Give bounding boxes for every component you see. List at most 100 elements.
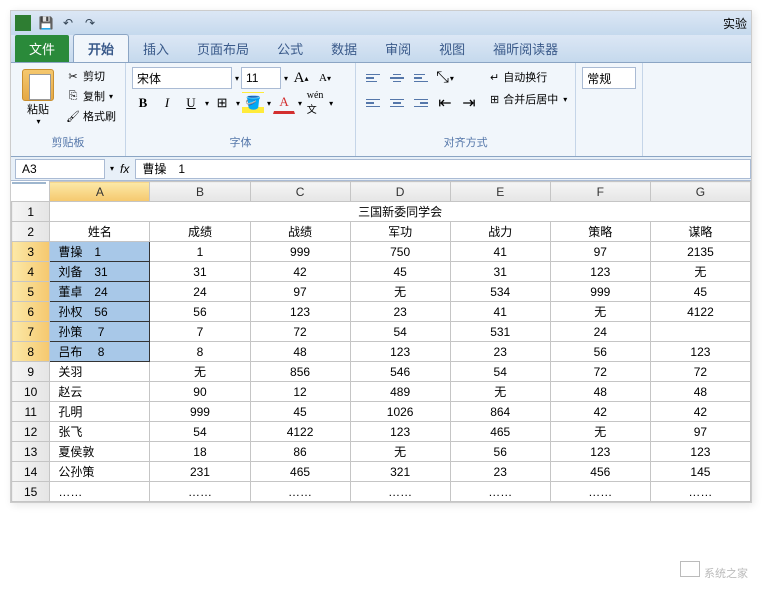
cell-4-G[interactable]: 无 bbox=[650, 262, 750, 282]
cell-8-C[interactable]: 48 bbox=[250, 342, 350, 362]
cell-15-D[interactable]: …… bbox=[350, 482, 450, 502]
cell-7-D[interactable]: 54 bbox=[350, 322, 450, 342]
shrink-font-button[interactable]: A▾ bbox=[314, 67, 336, 89]
cell-11-G[interactable]: 42 bbox=[650, 402, 750, 422]
align-middle-button[interactable] bbox=[386, 67, 408, 89]
cell-9-F[interactable]: 72 bbox=[550, 362, 650, 382]
cell-9-E[interactable]: 54 bbox=[450, 362, 550, 382]
cell-7-C[interactable]: 72 bbox=[250, 322, 350, 342]
cell-title-span[interactable]: 三国新委同学会 bbox=[350, 202, 450, 222]
cell-header-5[interactable]: 策略 bbox=[550, 222, 650, 242]
col-header-A[interactable]: A bbox=[50, 182, 150, 202]
cell-10-G[interactable]: 48 bbox=[650, 382, 750, 402]
cell-9-A[interactable]: 关羽 bbox=[50, 362, 150, 382]
fx-icon[interactable]: fx bbox=[114, 162, 135, 176]
cell-header-4[interactable]: 战力 bbox=[450, 222, 550, 242]
cell-3-A[interactable]: 曹操 1 bbox=[50, 242, 150, 262]
font-name-select[interactable] bbox=[132, 67, 232, 89]
cell-12-G[interactable]: 97 bbox=[650, 422, 750, 442]
cell-8-D[interactable]: 123 bbox=[350, 342, 450, 362]
row-header-12[interactable]: 12 bbox=[12, 422, 50, 442]
tab-foxit[interactable]: 福昕阅读器 bbox=[479, 35, 572, 62]
row-header-14[interactable]: 14 bbox=[12, 462, 50, 482]
cell-6-B[interactable]: 56 bbox=[150, 302, 250, 322]
cell-14-B[interactable]: 231 bbox=[150, 462, 250, 482]
cell-4-E[interactable]: 31 bbox=[450, 262, 550, 282]
cell-9-C[interactable]: 856 bbox=[250, 362, 350, 382]
cell-14-E[interactable]: 23 bbox=[450, 462, 550, 482]
cell-9-G[interactable]: 72 bbox=[650, 362, 750, 382]
cell-4-D[interactable]: 45 bbox=[350, 262, 450, 282]
cell-6-D[interactable]: 23 bbox=[350, 302, 450, 322]
cell-10-F[interactable]: 48 bbox=[550, 382, 650, 402]
cell-7-B[interactable]: 7 bbox=[150, 322, 250, 342]
cell-11-E[interactable]: 864 bbox=[450, 402, 550, 422]
row-header-10[interactable]: 10 bbox=[12, 382, 50, 402]
cell-13-C[interactable]: 86 bbox=[250, 442, 350, 462]
align-bottom-button[interactable] bbox=[410, 67, 432, 89]
col-header-C[interactable]: C bbox=[250, 182, 350, 202]
name-box[interactable]: A3 bbox=[15, 159, 105, 179]
cell-header-1[interactable]: 成绩 bbox=[150, 222, 250, 242]
cell-14-F[interactable]: 456 bbox=[550, 462, 650, 482]
col-header-E[interactable]: E bbox=[450, 182, 550, 202]
cell-title-span[interactable] bbox=[450, 202, 550, 222]
row-header-7[interactable]: 7 bbox=[12, 322, 50, 342]
cell-15-F[interactable]: …… bbox=[550, 482, 650, 502]
cell-header-6[interactable]: 谋略 bbox=[650, 222, 750, 242]
cell-7-G[interactable] bbox=[650, 322, 750, 342]
fill-color-button[interactable]: 🪣 bbox=[242, 92, 264, 114]
tab-data[interactable]: 数据 bbox=[317, 35, 371, 62]
row-header-11[interactable]: 11 bbox=[12, 402, 50, 422]
tab-view[interactable]: 视图 bbox=[425, 35, 479, 62]
border-button[interactable]: ⊞ bbox=[211, 92, 233, 114]
cell-header-2[interactable]: 战绩 bbox=[250, 222, 350, 242]
cell-header-0[interactable]: 姓名 bbox=[50, 222, 150, 242]
cell-5-F[interactable]: 999 bbox=[550, 282, 650, 302]
cell-10-D[interactable]: 489 bbox=[350, 382, 450, 402]
row-header-4[interactable]: 4 bbox=[12, 262, 50, 282]
save-icon[interactable]: 💾 bbox=[37, 14, 55, 32]
row-header-2[interactable]: 2 bbox=[12, 222, 50, 242]
cell-title-span[interactable] bbox=[650, 202, 750, 222]
select-all-corner[interactable] bbox=[12, 182, 46, 184]
cell-12-E[interactable]: 465 bbox=[450, 422, 550, 442]
cell-10-A[interactable]: 赵云 bbox=[50, 382, 150, 402]
align-right-button[interactable] bbox=[410, 92, 432, 114]
cell-3-C[interactable]: 999 bbox=[250, 242, 350, 262]
indent-dec-button[interactable]: ⇤ bbox=[434, 92, 456, 114]
undo-icon[interactable]: ↶ bbox=[59, 14, 77, 32]
align-center-button[interactable] bbox=[386, 92, 408, 114]
grow-font-button[interactable]: A▴ bbox=[290, 67, 312, 89]
spreadsheet-grid[interactable]: ABCDEFG1三国新委同学会2姓名成绩战绩军功战力策略谋略3曹操 119997… bbox=[11, 181, 751, 502]
cut-button[interactable]: ✂剪切 bbox=[63, 67, 119, 85]
row-header-15[interactable]: 15 bbox=[12, 482, 50, 502]
cell-header-3[interactable]: 军功 bbox=[350, 222, 450, 242]
cell-title-span[interactable] bbox=[150, 202, 250, 222]
cell-5-D[interactable]: 无 bbox=[350, 282, 450, 302]
cell-14-C[interactable]: 465 bbox=[250, 462, 350, 482]
cell-5-B[interactable]: 24 bbox=[150, 282, 250, 302]
cell-13-A[interactable]: 夏侯敦 bbox=[50, 442, 150, 462]
cell-4-F[interactable]: 123 bbox=[550, 262, 650, 282]
formula-input[interactable]: 曹操 1 bbox=[135, 159, 751, 179]
cell-5-C[interactable]: 97 bbox=[250, 282, 350, 302]
cell-4-A[interactable]: 刘备 31 bbox=[50, 262, 150, 282]
wrap-text-button[interactable]: ↵自动换行 bbox=[488, 67, 569, 87]
number-format-select[interactable] bbox=[582, 67, 636, 89]
cell-10-B[interactable]: 90 bbox=[150, 382, 250, 402]
cell-14-D[interactable]: 321 bbox=[350, 462, 450, 482]
cell-8-B[interactable]: 8 bbox=[150, 342, 250, 362]
cell-title-span[interactable] bbox=[550, 202, 650, 222]
cell-12-B[interactable]: 54 bbox=[150, 422, 250, 442]
orientation-button[interactable]: ⤡▾ bbox=[434, 67, 456, 89]
cell-15-G[interactable]: …… bbox=[650, 482, 750, 502]
cell-3-F[interactable]: 97 bbox=[550, 242, 650, 262]
row-header-1[interactable]: 1 bbox=[12, 202, 50, 222]
cell-10-E[interactable]: 无 bbox=[450, 382, 550, 402]
cell-9-D[interactable]: 546 bbox=[350, 362, 450, 382]
cell-15-B[interactable]: …… bbox=[150, 482, 250, 502]
row-header-6[interactable]: 6 bbox=[12, 302, 50, 322]
cell-10-C[interactable]: 12 bbox=[250, 382, 350, 402]
cell-8-E[interactable]: 23 bbox=[450, 342, 550, 362]
